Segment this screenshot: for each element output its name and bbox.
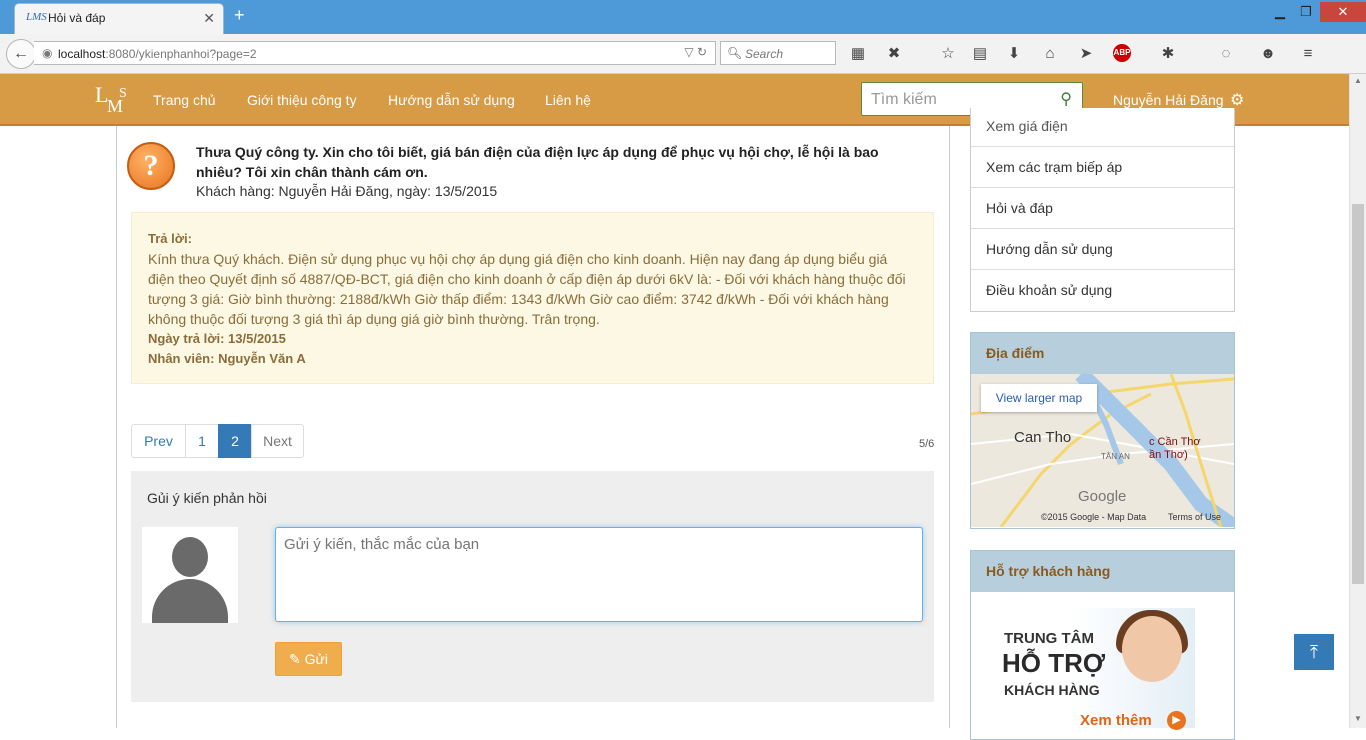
search-icon[interactable]: ⚲: [1060, 89, 1072, 109]
nav-home-link[interactable]: Trang chủ: [153, 92, 216, 108]
close-tab-icon[interactable]: ✕: [203, 10, 215, 27]
home-icon[interactable]: ⌂: [1040, 44, 1060, 64]
pagination-page-1[interactable]: 1: [185, 424, 219, 458]
close-window-icon[interactable]: ✕: [1320, 2, 1366, 22]
nav-guide-link[interactable]: Hướng dẫn sử dụng: [388, 92, 515, 108]
support-title: Hỗ trợ khách hàng: [971, 551, 1234, 592]
map-terms-link[interactable]: Terms of Use: [1168, 512, 1221, 522]
question-text: Thưa Quý công ty. Xin cho tôi biết, giá …: [196, 144, 879, 180]
user-name[interactable]: Nguyễn Hải Đăng: [1113, 92, 1224, 108]
nav-contact-link[interactable]: Liên hệ: [545, 92, 591, 108]
see-more-link[interactable]: Xem thêm: [1080, 712, 1152, 729]
item-count: 5/6: [919, 438, 935, 450]
answer-body: Kính thưa Quý khách. Điện sử dụng phục v…: [148, 251, 906, 327]
pagination-prev[interactable]: Prev: [131, 424, 186, 458]
adblock-icon[interactable]: ABP: [1113, 44, 1131, 62]
sidebar-item-price[interactable]: Xem giá điện: [971, 107, 1234, 147]
map-label: Can Tho: [1014, 429, 1072, 446]
avatar: [142, 527, 238, 623]
page-scrollbar[interactable]: ▲ ▼: [1349, 74, 1366, 728]
map-district-label: TÂN AN: [1101, 452, 1130, 461]
browser-tab-bar: LMS Hỏi và đáp ✕ + ▁ ❐ ✕: [0, 0, 1366, 34]
download-icon[interactable]: ⬇: [1004, 44, 1024, 64]
support-agent-face: [1122, 616, 1182, 682]
location-panel: Địa điểm View larger map Can Tho c Cần T…: [970, 332, 1235, 529]
site-logo[interactable]: L M S: [95, 82, 131, 120]
scrollbar-thumb[interactable]: [1352, 204, 1364, 584]
sidebar-item-guide[interactable]: Hướng dẫn sử dụng: [971, 229, 1234, 270]
answer-date: Ngày trả lời: 13/5/2015: [148, 331, 286, 346]
location-title: Địa điểm: [971, 333, 1234, 374]
answer-box: Trả lời: Kính thưa Quý khách. Điện sử dụ…: [131, 212, 934, 384]
feedback-title: Gủi ý kiến phản hồi: [147, 490, 267, 506]
lms-favicon-icon: LMS: [26, 11, 47, 23]
nav-about-link[interactable]: Giới thiệu công ty: [247, 92, 357, 108]
minimize-icon[interactable]: ▁: [1270, 2, 1290, 22]
tab-title: Hỏi và đáp: [48, 11, 106, 25]
play-icon[interactable]: ▶: [1167, 711, 1186, 730]
question-meta: Khách hàng: Nguyễn Hải Đăng, ngày: 13/5/…: [196, 183, 498, 199]
feedback-textarea[interactable]: [275, 527, 923, 622]
feedback-panel: Gủi ý kiến phản hồi ✎ Gửi: [131, 471, 934, 702]
grid-icon[interactable]: ▦: [848, 44, 868, 64]
answer-label: Trả lời:: [148, 231, 192, 246]
question-icon: ?: [127, 142, 175, 190]
maximize-icon[interactable]: ❐: [1296, 2, 1316, 22]
map[interactable]: View larger map Can Tho c Cần Thơ ần Thơ)…: [971, 374, 1234, 527]
block-icon[interactable]: ✖: [884, 44, 904, 64]
avatar-head: [172, 537, 208, 577]
scroll-to-top-button[interactable]: ⤒: [1294, 634, 1334, 670]
sidebar-item-substations[interactable]: Xem các trạm biếp áp: [971, 147, 1234, 188]
send-icon[interactable]: ➤: [1076, 44, 1096, 64]
back-arrow-icon[interactable]: ←: [6, 39, 36, 69]
sidebar-item-terms[interactable]: Điều khoản sử dụng: [971, 270, 1234, 311]
reload-icon[interactable]: ▽ ↻: [684, 45, 707, 59]
support-banner[interactable]: TRUNG TÂM HỖ TRỢ KHÁCH HÀNG: [986, 608, 1195, 728]
new-tab-icon[interactable]: +: [234, 5, 245, 26]
pagination-next[interactable]: Next: [251, 424, 304, 458]
answer-staff: Nhân viên: Nguyễn Văn A: [148, 351, 306, 366]
browser-search-input[interactable]: 🔍︎ Search: [720, 41, 836, 65]
browser-tab[interactable]: LMS Hỏi và đáp ✕: [14, 3, 224, 34]
scroll-down-icon[interactable]: ▼: [1354, 714, 1362, 723]
sidebar-menu: Xem giá điện Xem các trạm biếp áp Hỏi và…: [970, 108, 1235, 312]
send-icon: ✎: [289, 651, 301, 667]
bookmark-star-icon[interactable]: ☆: [938, 44, 958, 64]
sync-icon[interactable]: ◌: [1216, 44, 1236, 64]
extension-icon[interactable]: ✱: [1158, 44, 1178, 64]
arrow-up-icon: ⤒: [1310, 642, 1318, 662]
reading-list-icon[interactable]: ▤: [970, 44, 990, 64]
url-bar[interactable]: ◉ localhost:8080/ykienphanhoi?page=2 ▽ ↻: [34, 41, 716, 65]
url-text: localhost:8080/ykienphanhoi?page=2: [58, 47, 257, 61]
send-button[interactable]: ✎ Gửi: [275, 642, 342, 676]
menu-hamburger-icon[interactable]: ≡: [1298, 44, 1318, 64]
scroll-up-icon[interactable]: ▲: [1354, 76, 1362, 85]
map-label-secondary: c Cần Thơ ần Thơ): [1149, 436, 1201, 461]
view-larger-map-button[interactable]: View larger map: [981, 384, 1097, 412]
pagination-page-2[interactable]: 2: [218, 424, 252, 458]
search-icon: 🔍︎: [727, 46, 743, 60]
globe-icon: ◉: [42, 46, 53, 60]
avatar-body: [152, 579, 228, 623]
chat-icon[interactable]: ☻: [1258, 44, 1278, 64]
sidebar-item-qa[interactable]: Hỏi và đáp: [971, 188, 1234, 229]
map-credit: ©2015 Google - Map Data: [1041, 512, 1147, 522]
browser-nav-bar: ← ◉ localhost:8080/ykienphanhoi?page=2 ▽…: [0, 34, 1366, 74]
google-logo: Google: [1078, 488, 1127, 505]
